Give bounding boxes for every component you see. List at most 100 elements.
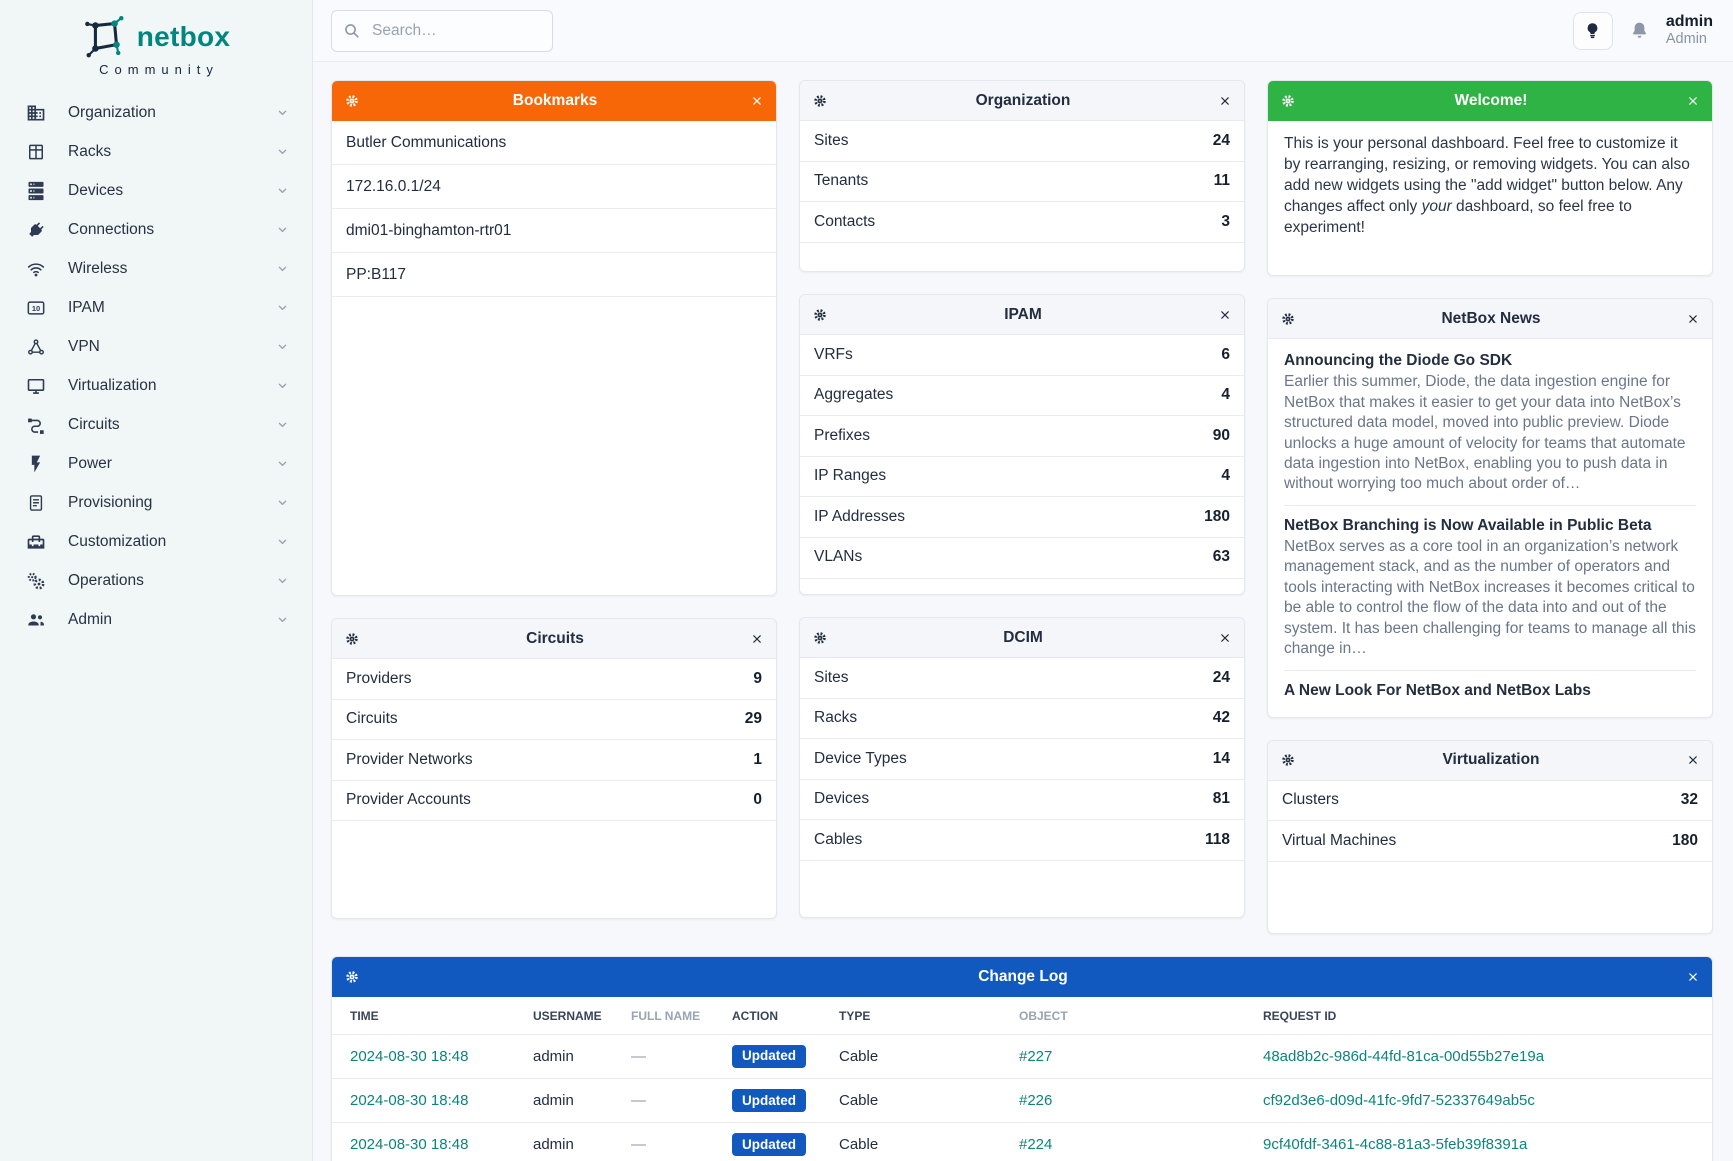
change-time-link[interactable]: 2024-08-30 18:48 [350,1048,468,1065]
stat-label-link[interactable]: Aggregates [814,386,893,405]
widget-close-icon[interactable] [1218,94,1232,108]
sidebar-item-connections[interactable]: Connections [0,210,312,249]
column-header-request-id[interactable]: REQUEST ID [1249,997,1712,1035]
widget-close-icon[interactable] [750,94,764,108]
stat-count-link[interactable]: 63 [1213,548,1230,567]
netbox-brand[interactable]: netbox Community [0,0,312,79]
change-request-id-link[interactable]: cf92d3e6-d09d-41fc-9fd7-52337649ab5c [1263,1092,1535,1109]
widget-virtualization-header[interactable]: Virtualization [1268,741,1712,781]
widget-close-icon[interactable] [1686,94,1700,108]
stat-label-link[interactable]: Providers [346,670,411,689]
search-input[interactable] [331,10,553,52]
stat-count-link[interactable]: 0 [753,791,762,810]
widget-close-icon[interactable] [750,632,764,646]
sidebar-item-organization[interactable]: Organization [0,93,312,132]
column-header-full-name[interactable]: FULL NAME [617,997,718,1035]
widget-changelog-header[interactable]: Change Log [332,957,1712,997]
widget-config-gear-icon[interactable] [1280,93,1296,109]
sidebar-item-circuits[interactable]: Circuits [0,405,312,444]
widget-config-gear-icon[interactable] [1280,752,1296,768]
stat-count-link[interactable]: 4 [1221,467,1230,486]
widget-dcim-header[interactable]: DCIM [800,618,1244,658]
sidebar-item-operations[interactable]: Operations [0,561,312,600]
stat-count-link[interactable]: 81 [1213,790,1230,809]
sidebar-item-racks[interactable]: Racks [0,132,312,171]
stat-count-link[interactable]: 6 [1221,346,1230,365]
widget-config-gear-icon[interactable] [812,307,828,323]
sidebar-item-devices[interactable]: Devices [0,171,312,210]
widget-close-icon[interactable] [1686,312,1700,326]
change-object-link[interactable]: #227 [1019,1048,1052,1065]
stat-count-link[interactable]: 1 [753,751,762,770]
stat-label-link[interactable]: Racks [814,709,857,728]
news-article-link[interactable]: Announcing the Diode Go SDK [1284,351,1696,371]
stat-label-link[interactable]: Sites [814,132,848,151]
sidebar-item-customization[interactable]: Customization [0,522,312,561]
stat-label-link[interactable]: IP Addresses [814,508,905,527]
stat-count-link[interactable]: 24 [1213,669,1230,688]
widget-config-gear-icon[interactable] [344,93,360,109]
stat-count-link[interactable]: 24 [1213,132,1230,151]
stat-count-link[interactable]: 14 [1213,750,1230,769]
stat-count-link[interactable]: 3 [1221,213,1230,232]
news-article-link[interactable]: NetBox Branching is Now Available in Pub… [1284,516,1696,536]
sidebar-item-provisioning[interactable]: Provisioning [0,483,312,522]
widget-config-gear-icon[interactable] [344,631,360,647]
column-header-username[interactable]: USERNAME [519,997,617,1035]
change-object-link[interactable]: #224 [1019,1136,1052,1153]
bookmark-link[interactable]: 172.16.0.1/24 [332,165,776,209]
widget-organization-header[interactable]: Organization [800,81,1244,121]
stat-label-link[interactable]: Device Types [814,750,907,769]
widget-circuits-header[interactable]: Circuits [332,619,776,659]
change-request-id-link[interactable]: 48ad8b2c-986d-44fd-81ca-00d55b27e19a [1263,1048,1544,1065]
column-header-type[interactable]: TYPE [825,997,1005,1035]
widget-config-gear-icon[interactable] [344,969,360,985]
stat-label-link[interactable]: Provider Networks [346,751,473,770]
column-header-time[interactable]: TIME [332,997,519,1035]
stat-count-link[interactable]: 90 [1213,427,1230,446]
widget-close-icon[interactable] [1218,631,1232,645]
widget-news-header[interactable]: NetBox News [1268,299,1712,339]
stat-count-link[interactable]: 4 [1221,386,1230,405]
stat-label-link[interactable]: Clusters [1282,791,1339,810]
widget-close-icon[interactable] [1218,308,1232,322]
stat-label-link[interactable]: Virtual Machines [1282,832,1396,851]
widget-config-gear-icon[interactable] [812,630,828,646]
change-request-id-link[interactable]: 9cf40fdf-3461-4c88-81a3-5feb39f8391a [1263,1136,1527,1153]
stat-label-link[interactable]: IP Ranges [814,467,886,486]
sidebar-item-ipam[interactable]: 10IPAM [0,288,312,327]
theme-toggle-button[interactable] [1573,12,1613,50]
stat-count-link[interactable]: 42 [1213,709,1230,728]
widget-close-icon[interactable] [1686,970,1700,984]
stat-count-link[interactable]: 180 [1204,508,1230,527]
stat-label-link[interactable]: Provider Accounts [346,791,471,810]
user-menu[interactable]: admin Admin [1666,13,1713,48]
stat-count-link[interactable]: 118 [1205,831,1230,850]
notifications-bell-icon[interactable] [1629,20,1650,41]
stat-label-link[interactable]: Tenants [814,172,868,191]
stat-label-link[interactable]: Circuits [346,710,398,729]
widget-welcome-header[interactable]: Welcome! [1268,81,1712,121]
column-header-object[interactable]: OBJECT [1005,997,1249,1035]
bookmark-link[interactable]: dmi01-binghamton-rtr01 [332,209,776,253]
widget-bookmarks-header[interactable]: Bookmarks [332,81,776,121]
news-article-link[interactable]: A New Look For NetBox and NetBox Labs [1284,681,1696,701]
stat-label-link[interactable]: VRFs [814,346,853,365]
widget-close-icon[interactable] [1686,753,1700,767]
stat-count-link[interactable]: 29 [745,710,762,729]
sidebar-item-vpn[interactable]: VPN [0,327,312,366]
stat-label-link[interactable]: Sites [814,669,848,688]
change-object-link[interactable]: #226 [1019,1092,1052,1109]
stat-count-link[interactable]: 32 [1681,791,1698,810]
change-time-link[interactable]: 2024-08-30 18:48 [350,1136,468,1153]
sidebar-item-admin[interactable]: Admin [0,600,312,639]
sidebar-item-wireless[interactable]: Wireless [0,249,312,288]
bookmark-link[interactable]: PP:B117 [332,253,776,297]
widget-ipam-header[interactable]: IPAM [800,295,1244,335]
stat-count-link[interactable]: 180 [1672,832,1698,851]
stat-label-link[interactable]: Prefixes [814,427,870,446]
column-header-action[interactable]: ACTION [718,997,825,1035]
stat-label-link[interactable]: VLANs [814,548,862,567]
change-time-link[interactable]: 2024-08-30 18:48 [350,1092,468,1109]
bookmark-link[interactable]: Butler Communications [332,121,776,165]
